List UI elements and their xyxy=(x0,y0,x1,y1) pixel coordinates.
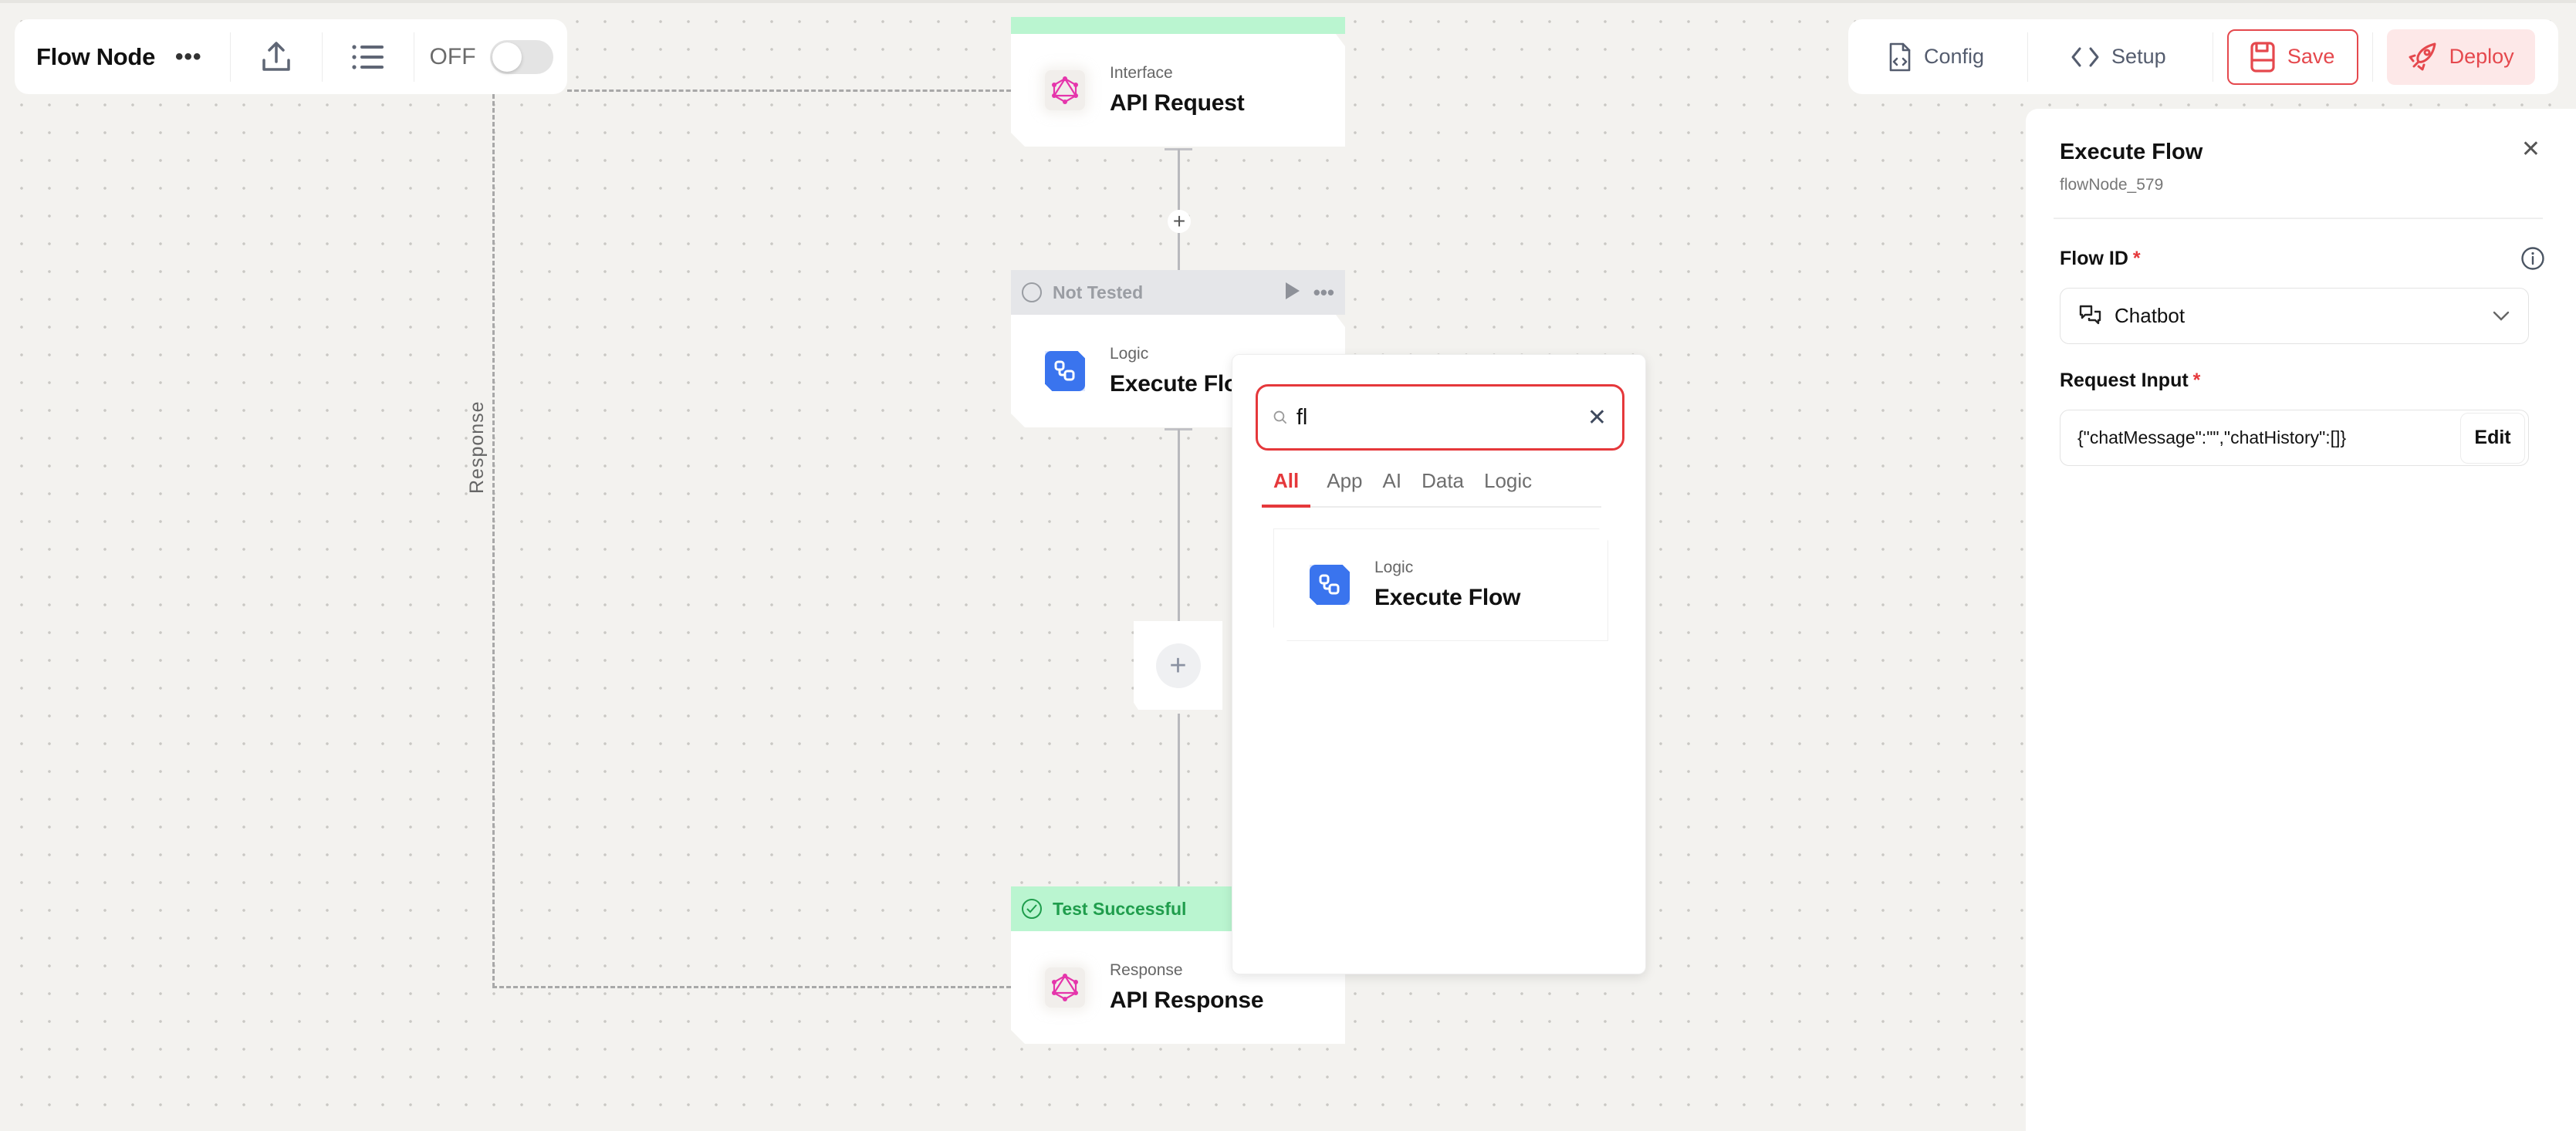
toggle-label: OFF xyxy=(429,43,476,69)
toolbar-divider xyxy=(2027,32,2029,82)
setup-button[interactable]: Setup xyxy=(2054,29,2183,85)
tab-all[interactable]: All xyxy=(1262,469,1311,508)
play-icon xyxy=(1285,282,1300,299)
more-options-icon[interactable]: ••• xyxy=(175,45,202,69)
execute-flow-icon xyxy=(1045,351,1085,391)
request-input-label: Request Input * xyxy=(2060,370,2200,392)
panel-divider xyxy=(2054,218,2543,219)
edit-request-input-button[interactable]: Edit xyxy=(2460,412,2525,464)
run-node-button[interactable] xyxy=(1284,281,1301,304)
node-search-field[interactable]: ✕ xyxy=(1256,384,1624,451)
insert-node-button[interactable]: + xyxy=(1168,210,1191,233)
loop-connector-top xyxy=(567,89,1011,92)
graphql-icon xyxy=(1045,967,1085,1008)
toolbar-divider xyxy=(2371,32,2373,82)
upload-icon xyxy=(262,41,290,71)
chat-bubbles-icon xyxy=(2079,305,2101,324)
config-button[interactable]: Config xyxy=(1871,29,2001,85)
result-category: Logic xyxy=(1374,559,1414,576)
flow-id-label-text: Flow ID xyxy=(2060,248,2128,269)
save-button[interactable]: Save xyxy=(2226,29,2358,85)
search-result-item[interactable]: Logic Execute Flow xyxy=(1273,528,1608,641)
request-input-value: {"chatMessage":"","chatHistory":[]} xyxy=(2077,427,2347,447)
status-pending-icon xyxy=(1022,282,1042,302)
toggle-knob xyxy=(492,42,522,72)
panel-title: Execute Flow xyxy=(2060,140,2203,164)
node-more-button[interactable]: ••• xyxy=(1313,282,1334,302)
deploy-label: Deploy xyxy=(2449,45,2514,68)
graphql-icon xyxy=(1045,70,1085,110)
search-icon xyxy=(1273,410,1286,424)
flow-id-select[interactable]: Chatbot xyxy=(2060,288,2529,344)
node-name: API Response xyxy=(1110,988,1264,1013)
node-status-header: Not Tested ••• xyxy=(1011,270,1345,315)
status-success-icon xyxy=(1022,899,1042,919)
node-api-request[interactable]: Interface API Request xyxy=(1011,17,1345,147)
node-settings-panel: Execute Flow flowNode_579 ✕ Flow ID * Cha… xyxy=(2026,109,2576,1131)
loop-connector-left xyxy=(492,94,495,988)
loop-connector-bottom xyxy=(492,986,1011,988)
flow-title[interactable]: Flow Node xyxy=(36,43,155,71)
required-mark: * xyxy=(2192,370,2201,391)
chevron-down-icon xyxy=(2493,311,2510,321)
export-button[interactable] xyxy=(231,32,322,82)
node-search-input[interactable] xyxy=(1296,404,1587,430)
node-search-popup: ✕ All App AI Data Logic Logic Execute Fl… xyxy=(1232,354,1646,974)
clear-search-icon[interactable]: ✕ xyxy=(1587,404,1607,431)
node-card[interactable]: Interface API Request xyxy=(1011,34,1345,147)
edge-add-to-response xyxy=(1178,714,1180,887)
panel-node-id: flowNode_579 xyxy=(2060,176,2164,194)
config-label: Config xyxy=(1924,45,1985,68)
edge-execute-to-add xyxy=(1178,429,1180,622)
add-node-button[interactable]: + xyxy=(1155,643,1201,688)
save-icon xyxy=(2250,41,2275,73)
tab-logic[interactable]: Logic xyxy=(1474,469,1542,506)
node-name: API Request xyxy=(1110,90,1245,116)
save-label: Save xyxy=(2287,45,2335,68)
node-category: Interface xyxy=(1110,64,1173,82)
close-panel-icon[interactable]: ✕ xyxy=(2521,138,2541,161)
node-status-header xyxy=(1011,17,1345,34)
info-icon[interactable] xyxy=(2520,246,2545,275)
tab-data[interactable]: Data xyxy=(1411,469,1474,506)
required-mark: * xyxy=(2132,248,2141,269)
deploy-button[interactable]: Deploy xyxy=(2386,29,2535,85)
tab-app[interactable]: App xyxy=(1317,469,1372,506)
request-input-label-text: Request Input xyxy=(2060,370,2189,391)
add-node-placeholder: + xyxy=(1134,621,1222,710)
category-tabs: All App AI Data Logic xyxy=(1262,469,1601,508)
flow-toolbar: Flow Node ••• OFF xyxy=(15,19,567,94)
flow-enabled-toggle[interactable] xyxy=(489,39,553,74)
request-input-field[interactable]: {"chatMessage":"","chatHistory":[]} Edit xyxy=(2060,410,2529,466)
window-top-edge xyxy=(0,0,2576,3)
flow-id-value: Chatbot xyxy=(2115,304,2186,327)
file-code-icon xyxy=(1889,42,1911,71)
list-view-button[interactable] xyxy=(323,32,414,82)
tab-ai[interactable]: AI xyxy=(1373,469,1412,506)
flow-id-label: Flow ID * xyxy=(2060,248,2141,270)
result-name: Execute Flow xyxy=(1374,585,1521,610)
action-toolbar: Config Setup Save Deploy xyxy=(1848,19,2558,94)
loop-label: Response xyxy=(466,400,488,494)
node-status: Not Tested xyxy=(1053,282,1144,302)
setup-label: Setup xyxy=(2111,45,2166,68)
execute-flow-icon xyxy=(1310,565,1350,605)
list-icon xyxy=(351,44,384,69)
rocket-icon xyxy=(2409,42,2436,70)
node-status: Test Successful xyxy=(1053,898,1187,919)
code-icon xyxy=(2071,47,2099,66)
